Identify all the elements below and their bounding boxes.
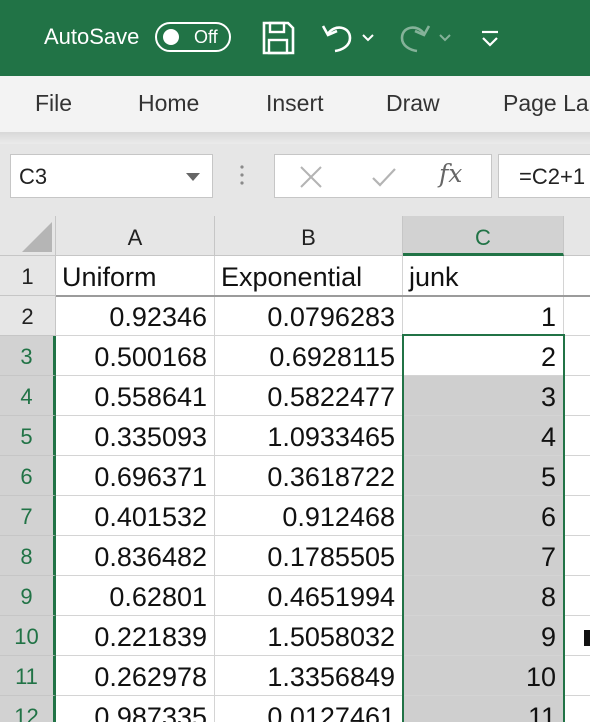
row-header-5[interactable]: 5	[0, 416, 56, 456]
row-header-9[interactable]: 9	[0, 576, 56, 616]
cell-a3[interactable]: 0.500168	[56, 336, 215, 376]
cell-d4[interactable]	[564, 376, 590, 416]
tab-insert[interactable]: Insert	[266, 90, 324, 117]
cell-d6[interactable]	[564, 456, 590, 496]
cell-d5[interactable]	[564, 416, 590, 456]
row-header-3[interactable]: 3	[0, 336, 56, 376]
resize-handle-icon[interactable]	[240, 164, 244, 186]
cell-c1[interactable]: junk	[403, 256, 564, 296]
save-icon[interactable]	[258, 18, 298, 58]
row-header-12[interactable]: 12	[0, 696, 56, 722]
cell-b4[interactable]: 0.5822477	[215, 376, 403, 416]
tab-file[interactable]: File	[35, 90, 72, 117]
toggle-knob	[163, 29, 179, 45]
row-header-7[interactable]: 7	[0, 496, 56, 536]
customize-qat-icon[interactable]	[478, 18, 502, 58]
worksheet-grid: A B C 1 Uniform Exponential junk 2 0.92346 0.0…	[0, 216, 590, 722]
row-header-8[interactable]: 8	[0, 536, 56, 576]
selection-range[interactable]	[402, 334, 565, 722]
tab-page-layout[interactable]: Page La	[503, 90, 589, 117]
enter-icon[interactable]	[371, 165, 397, 189]
formula-bar: C3 fx =C2+1	[0, 144, 590, 216]
cell-d8[interactable]	[564, 536, 590, 576]
row-header-1[interactable]: 1	[0, 256, 56, 296]
row-header-6[interactable]: 6	[0, 456, 56, 496]
name-box-dropdown-icon[interactable]	[186, 173, 200, 181]
cell-b3[interactable]: 0.6928115	[215, 336, 403, 376]
cell-b2[interactable]: 0.0796283	[215, 296, 403, 336]
cell-a4[interactable]: 0.558641	[56, 376, 215, 416]
column-header-d[interactable]	[564, 216, 590, 256]
cell-a10[interactable]: 0.221839	[56, 616, 215, 656]
row-header-11[interactable]: 11	[0, 656, 56, 696]
cell-b1[interactable]: Exponential	[215, 256, 403, 296]
cell-a1[interactable]: Uniform	[56, 256, 215, 296]
cell-a5[interactable]: 0.335093	[56, 416, 215, 456]
tab-home[interactable]: Home	[138, 90, 199, 117]
ribbon-collapsed-area	[0, 132, 590, 144]
formula-buttons: fx	[274, 154, 492, 198]
name-box[interactable]: C3	[10, 154, 213, 198]
row-header-4[interactable]: 4	[0, 376, 56, 416]
cell-d9[interactable]	[564, 576, 590, 616]
cell-b8[interactable]: 0.1785505	[215, 536, 403, 576]
autosave-state: Off	[194, 27, 218, 47]
formula-input[interactable]: =C2+1	[498, 154, 590, 198]
cell-d10-clipped-content	[584, 630, 590, 646]
cell-d1[interactable]	[564, 256, 590, 296]
cell-d2[interactable]	[564, 296, 590, 336]
cell-b7[interactable]: 0.912468	[215, 496, 403, 536]
column-header-c[interactable]: C	[403, 216, 564, 256]
cell-b5[interactable]: 1.0933465	[215, 416, 403, 456]
header-row-border	[56, 295, 590, 297]
row-header-2[interactable]: 2	[0, 296, 56, 336]
select-all-triangle-icon	[22, 222, 52, 252]
autosave-label: AutoSave	[44, 24, 140, 49]
autosave-toggle[interactable]: Off	[155, 22, 231, 52]
redo-dropdown-icon[interactable]	[437, 18, 453, 58]
name-box-value: C3	[19, 164, 48, 189]
cell-d7[interactable]	[564, 496, 590, 536]
cell-b6[interactable]: 0.3618722	[215, 456, 403, 496]
cell-d12[interactable]	[564, 696, 590, 722]
select-all-button[interactable]	[0, 216, 56, 256]
cell-a8[interactable]: 0.836482	[56, 536, 215, 576]
cell-c2[interactable]: 1	[403, 296, 564, 336]
undo-dropdown-icon[interactable]	[360, 18, 376, 58]
cell-b9[interactable]: 0.4651994	[215, 576, 403, 616]
tab-draw[interactable]: Draw	[386, 90, 440, 117]
cell-a12[interactable]: 0.987335	[56, 696, 215, 722]
title-bar: AutoSave Off	[0, 0, 590, 76]
cell-d11[interactable]	[564, 656, 590, 696]
formula-text: =C2+1	[519, 164, 586, 189]
cell-d3[interactable]	[564, 336, 590, 376]
cancel-icon[interactable]	[299, 165, 323, 189]
redo-icon[interactable]	[394, 18, 434, 58]
undo-icon[interactable]	[318, 18, 358, 58]
row-header-10[interactable]: 10	[0, 616, 56, 656]
cell-b12[interactable]: 0.0127461	[215, 696, 403, 722]
column-header-a[interactable]: A	[56, 216, 215, 256]
cell-b10[interactable]: 1.5058032	[215, 616, 403, 656]
cell-a9[interactable]: 0.62801	[56, 576, 215, 616]
cell-b11[interactable]: 1.3356849	[215, 656, 403, 696]
insert-function-icon[interactable]: fx	[439, 159, 462, 188]
cell-a6[interactable]: 0.696371	[56, 456, 215, 496]
cell-a7[interactable]: 0.401532	[56, 496, 215, 536]
cell-a11[interactable]: 0.262978	[56, 656, 215, 696]
cell-a2[interactable]: 0.92346	[56, 296, 215, 336]
ribbon-tabs: File Home Insert Draw Page La	[0, 76, 590, 132]
column-header-b[interactable]: B	[215, 216, 403, 256]
